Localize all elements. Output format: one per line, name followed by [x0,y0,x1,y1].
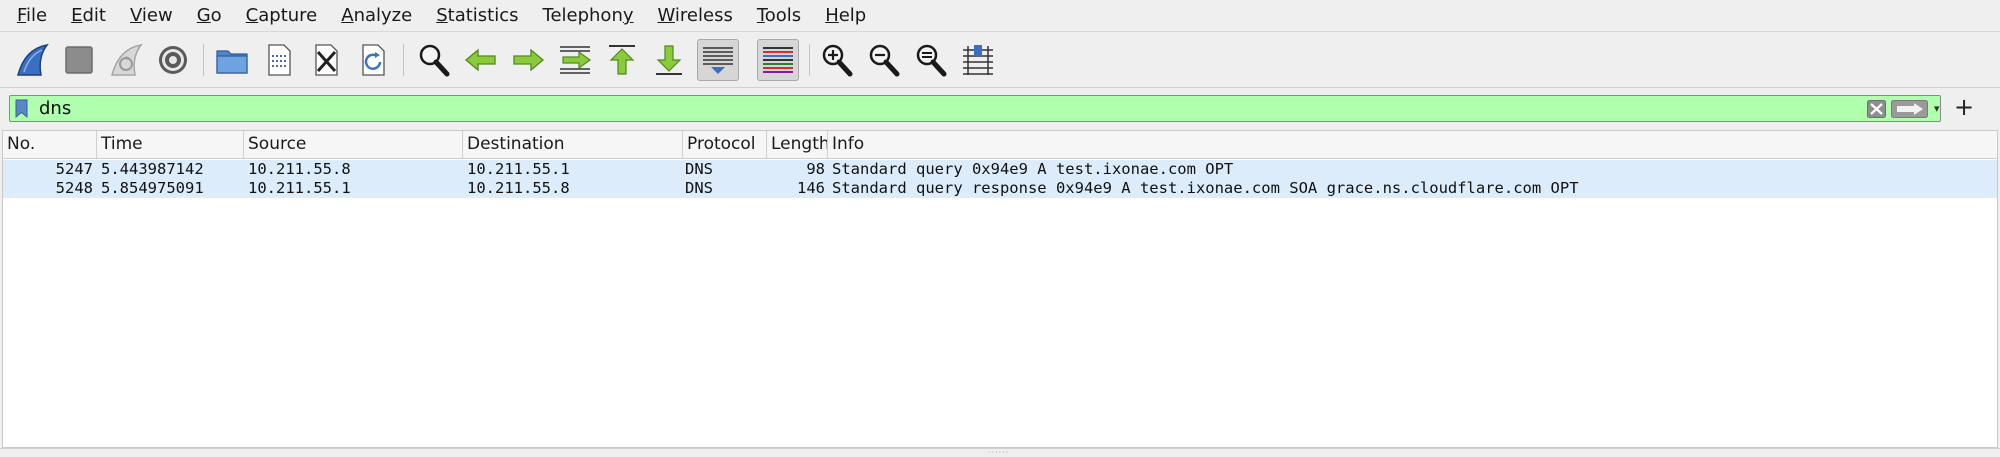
cell-source: 10.211.55.8 [248,160,351,178]
zoom-in-icon[interactable] [816,39,858,81]
cell-protocol: DNS [685,179,713,197]
go-back-icon[interactable] [460,39,502,81]
cell-time: 5.854975091 [101,179,204,197]
menu-capture[interactable]: Capture [235,0,329,32]
menu-bar: File Edit View Go Capture Analyze Statis… [0,0,2000,32]
column-header-info[interactable]: Info [828,131,1997,158]
bookmark-icon[interactable] [14,99,29,119]
menu-telephony[interactable]: Telephony [532,0,645,32]
toolbar-separator [203,44,204,76]
add-filter-button-icon[interactable]: + [1954,94,1974,120]
packet-list[interactable]: No. Time Source Destination Protocol Len… [2,130,1998,448]
last-packet-icon[interactable] [648,39,690,81]
cell-length: 98 [806,160,825,178]
start-capture-icon[interactable] [11,39,53,81]
column-header-protocol[interactable]: Protocol [683,131,767,158]
table-row[interactable]: 5247 5.443987142 10.211.55.8 10.211.55.1… [3,160,1997,179]
find-packet-icon[interactable] [413,39,455,81]
capture-options-icon[interactable] [152,39,194,81]
packet-list-header: No. Time Source Destination Protocol Len… [3,131,1997,159]
cell-info: Standard query response 0x94e9 A test.ix… [832,179,1579,197]
column-header-destination[interactable]: Destination [463,131,683,158]
menu-file[interactable]: File [0,0,58,32]
menu-go[interactable]: Go [186,0,233,32]
normal-size-icon[interactable] [910,39,952,81]
go-to-packet-icon[interactable] [554,39,596,81]
apply-filter-icon[interactable] [1891,100,1928,118]
column-header-length[interactable]: Length [767,131,828,158]
open-file-icon[interactable] [211,39,253,81]
menu-view[interactable]: View [119,0,184,32]
menu-analyze[interactable]: Analyze [330,0,423,32]
zoom-out-icon[interactable] [863,39,905,81]
cell-no: 5247 [55,160,93,178]
display-filter-bar: dns ▾ + [0,88,2000,129]
display-filter-input[interactable]: dns ▾ [9,95,1941,122]
go-forward-icon[interactable] [507,39,549,81]
cell-time: 5.443987142 [101,160,204,178]
cell-length: 146 [797,179,825,197]
cell-source: 10.211.55.1 [248,179,351,197]
toolbar-separator [403,44,404,76]
cell-destination: 10.211.55.1 [467,160,570,178]
menu-tools[interactable]: Tools [746,0,812,32]
colorize-icon[interactable] [757,39,799,81]
stop-capture-icon[interactable] [58,39,100,81]
menu-wireless[interactable]: Wireless [647,0,744,32]
cell-info: Standard query 0x94e9 A test.ixonae.com … [832,160,1234,178]
main-toolbar [0,32,2000,88]
save-file-icon[interactable] [258,39,300,81]
restart-capture-icon[interactable] [105,39,147,81]
pane-splitter[interactable]: ······ [0,448,2000,457]
auto-scroll-icon[interactable] [697,39,739,81]
column-header-source[interactable]: Source [244,131,463,158]
column-header-time[interactable]: Time [97,131,244,158]
column-header-no[interactable]: No. [3,131,97,158]
splitter-handle-icon[interactable]: ······ [988,449,1009,457]
filter-text[interactable]: dns [39,96,71,121]
clear-filter-icon[interactable] [1867,100,1886,118]
table-row[interactable]: 5248 5.854975091 10.211.55.1 10.211.55.8… [3,179,1997,198]
chevron-down-icon[interactable]: ▾ [1934,98,1946,119]
cell-no: 5248 [55,179,93,197]
resize-columns-icon[interactable] [957,39,999,81]
toolbar-separator [809,44,810,76]
first-packet-icon[interactable] [601,39,643,81]
menu-statistics[interactable]: Statistics [425,0,529,32]
menu-help[interactable]: Help [814,0,877,32]
cell-protocol: DNS [685,160,713,178]
close-file-icon[interactable] [305,39,347,81]
cell-destination: 10.211.55.8 [467,179,570,197]
menu-edit[interactable]: Edit [60,0,117,32]
reload-file-icon[interactable] [352,39,394,81]
